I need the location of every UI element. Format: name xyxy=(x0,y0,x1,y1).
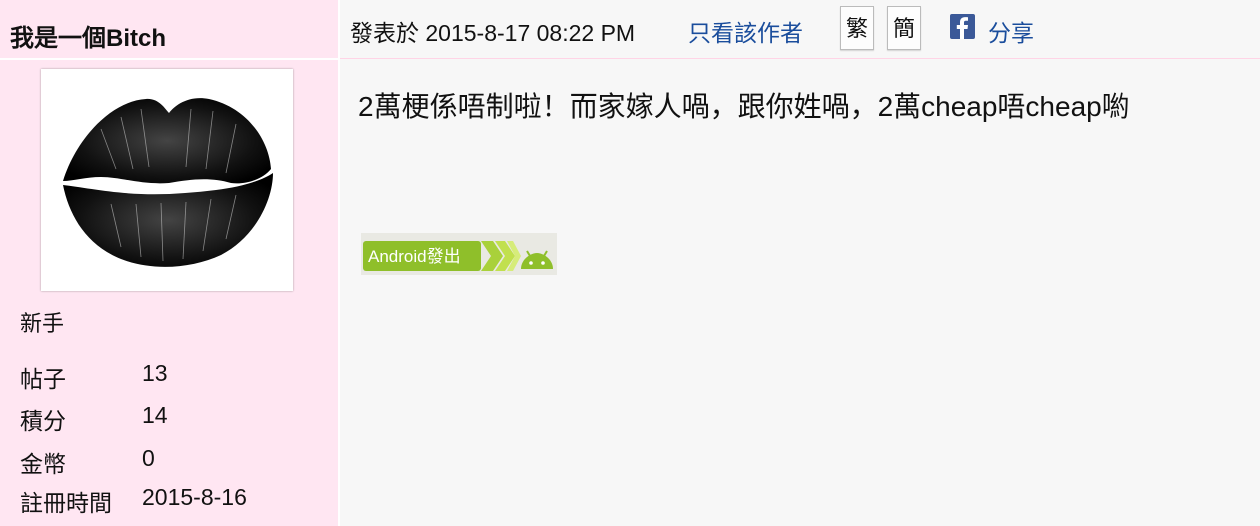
share-link[interactable]: 分享 xyxy=(988,14,1034,48)
android-badge-graphic: Android發出 xyxy=(363,241,553,271)
simplified-chinese-button[interactable]: 簡 xyxy=(887,6,921,50)
android-badge[interactable]: Android發出 xyxy=(361,233,557,275)
lips-avatar-image xyxy=(63,98,273,267)
stat-label: 註冊時間 xyxy=(20,490,112,516)
post-timestamp: 發表於 2015-8-17 08:22 PM xyxy=(350,20,636,46)
author-only-link[interactable]: 只看該作者 xyxy=(688,14,803,48)
stat-label: 積分 xyxy=(20,408,66,434)
stat-value: 2015-8-16 xyxy=(142,484,247,510)
stat-value: 14 xyxy=(142,402,168,428)
stat-value: 0 xyxy=(142,445,155,471)
stat-value: 13 xyxy=(142,360,168,386)
post-content: 2萬梗係唔制啦！而家嫁人喎，跟你姓喎，2萬cheap唔cheap喲 xyxy=(358,91,1130,122)
traditional-chinese-button[interactable]: 繁 xyxy=(840,6,874,50)
author-rank: 新手 xyxy=(20,311,65,336)
post-header: 發表於 2015-8-17 08:22 PM 只看該作者 繁 簡 分享 xyxy=(340,0,1260,59)
author-avatar[interactable] xyxy=(41,69,293,291)
author-name-bar: 我是一個Bitch xyxy=(0,0,338,60)
stat-label: 帖子 xyxy=(20,366,66,392)
facebook-icon[interactable] xyxy=(950,14,975,39)
author-name[interactable]: 我是一個Bitch xyxy=(10,18,166,53)
author-sidebar: 我是一個Bitch 新手 帖子 13 積分 14 金幣 0 註冊時間 2015-… xyxy=(0,0,340,526)
facebook-f-glyph xyxy=(956,17,968,39)
android-badge-text: Android發出 xyxy=(368,247,461,266)
stat-label: 金幣 xyxy=(20,451,66,477)
